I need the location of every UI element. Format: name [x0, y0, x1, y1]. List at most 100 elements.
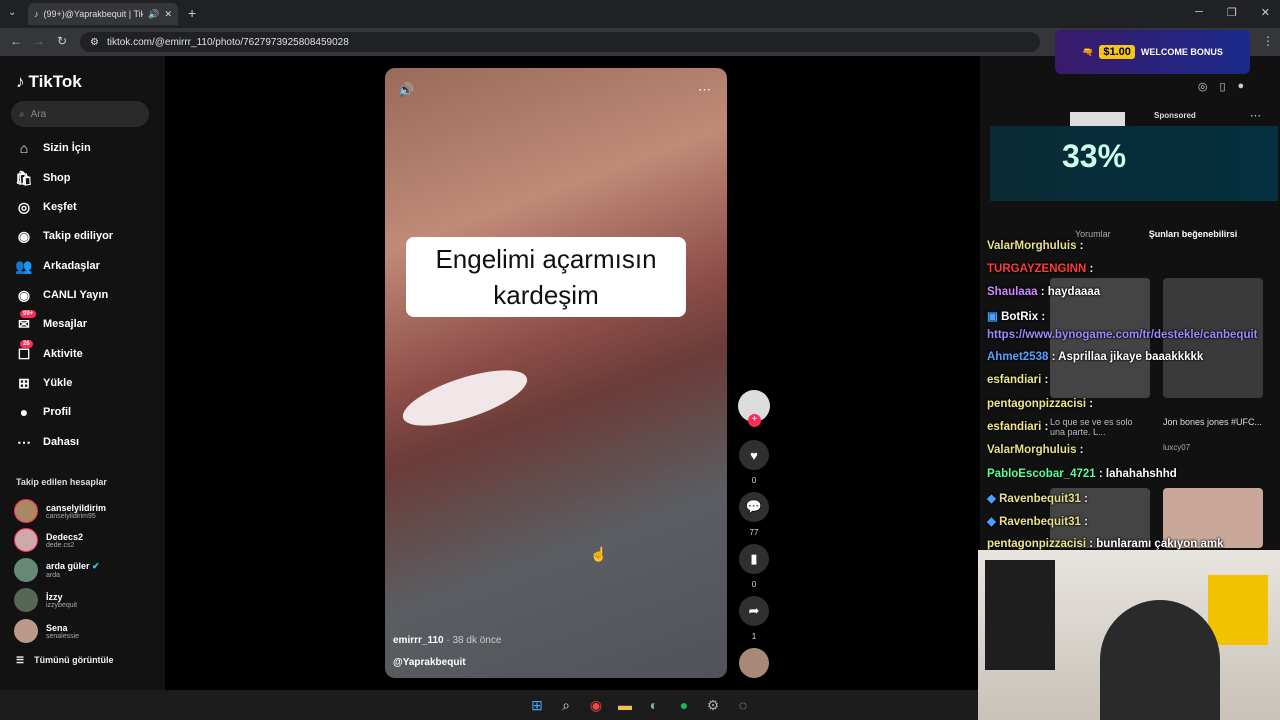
nav-item-more[interactable]: ⋯ Dahası — [14, 430, 79, 454]
tiktok-favicon-icon: ♪ — [34, 9, 39, 19]
maximize-icon[interactable]: ❐ — [1227, 6, 1237, 19]
nav-item-activity[interactable]: ☐ 26 Aktivite — [14, 339, 83, 366]
minimize-icon[interactable]: ─ — [1195, 6, 1203, 19]
nav-item-friends[interactable]: 👥 Arkadaşlar — [14, 254, 100, 278]
save-count: 0 — [751, 580, 757, 589]
sponsored-label: Sponsored — [1154, 111, 1196, 120]
chat-message: Shaulaaa : haydaaaa — [987, 286, 1101, 298]
tab-list-icon[interactable]: ⌄ — [8, 7, 16, 18]
search-input[interactable]: ⌕ Ara — [11, 101, 149, 127]
chat-message: pentagonpizzacisi : — [987, 398, 1094, 410]
tiktok-logo-icon: ♪ — [16, 72, 25, 91]
tab-title: (99+)@Yaprakbequit | TikTo — [43, 9, 144, 19]
tiktok-logo[interactable]: ♪ TikTok — [16, 72, 82, 92]
save-button[interactable]: ▮ — [739, 544, 769, 574]
app-icon[interactable]: ◌ — [734, 696, 752, 714]
list-icon: ☰ — [16, 655, 25, 665]
follow-plus-button[interactable]: + — [748, 414, 761, 427]
sponsored-banner[interactable]: 33% — [990, 126, 1278, 201]
video-caption-overlay: Engelimi açarmısın kardeşim — [406, 237, 686, 317]
steam-icon[interactable]: ◐ — [645, 696, 663, 714]
video-author[interactable]: emirrr_110 · 38 dk önce — [393, 635, 501, 646]
reload-icon[interactable]: ↻ — [57, 34, 67, 48]
home-icon: ⌂ — [19, 140, 29, 156]
close-window-icon[interactable]: ✕ — [1261, 6, 1270, 19]
chat-link[interactable]: https://www.bynogame.com/tr/destekle/can… — [987, 329, 1258, 341]
browser-tab[interactable]: ♪ (99+)@Yaprakbequit | TikTo 🔊 ✕ — [28, 3, 178, 25]
following-account[interactable]: İzzy izzybequit — [14, 586, 77, 614]
video-player[interactable] — [385, 68, 727, 678]
live-icon: ◉ — [17, 286, 31, 303]
messages-badge: 99+ — [20, 309, 37, 318]
comment-count: 77 — [749, 528, 759, 537]
bookmark-icon: ▮ — [750, 551, 758, 566]
sponsored-more-icon[interactable]: ⋯ — [1250, 109, 1261, 122]
avatar — [14, 558, 38, 582]
chrome-icon[interactable]: ◉ — [587, 696, 605, 714]
shop-icon: 🛍 — [15, 169, 33, 186]
phone-icon[interactable]: ▯ — [1219, 80, 1225, 100]
chat-message: ValarMorghuluis : — [987, 444, 1084, 456]
activity-badge: 26 — [20, 339, 33, 348]
tab-suggestions[interactable]: Şunları beğenebilirsi — [1149, 229, 1238, 239]
see-all-link[interactable]: ☰ Tümünü görüntüle — [16, 655, 114, 666]
share-icon: ➦ — [748, 603, 760, 618]
tab-comments[interactable]: Yorumlar — [1075, 229, 1111, 239]
back-icon[interactable]: ← — [10, 34, 22, 48]
compass-icon: ◎ — [17, 198, 31, 215]
address-bar[interactable]: ⚙ tiktok.com/@emirrr_110/photo/762797392… — [80, 32, 1040, 52]
windows-taskbar — [0, 690, 978, 720]
avatar — [14, 528, 38, 552]
folder-icon[interactable]: ▬ — [616, 696, 634, 714]
volume-icon[interactable]: 🔊 — [398, 82, 414, 98]
start-icon[interactable]: ⊞ — [528, 696, 546, 714]
chat-message: TURGAYZENGINN : — [987, 263, 1094, 275]
nav-item-live[interactable]: ◉ CANLI Yayın — [14, 283, 108, 307]
speaker-icon[interactable]: 🔊 — [148, 9, 159, 20]
suggested-video-title: Jon bones jones #UFC... — [1163, 417, 1263, 427]
nav-item-messages[interactable]: ✉ 99+ Mesajlar — [14, 309, 87, 336]
search-icon: ⌕ — [19, 108, 25, 120]
chat-message: PabloEscobar_4721 : lahahahshhd — [987, 468, 1177, 480]
nav-item-following[interactable]: ◉ Takip ediliyor — [14, 224, 113, 248]
following-account[interactable]: Dedecs2 dede.cs2 — [14, 526, 83, 554]
search-icon[interactable]: ⌕ — [557, 696, 575, 714]
new-tab-button[interactable]: + — [188, 5, 196, 21]
chat-message: ◆ Ravenbequit31 : — [987, 516, 1088, 528]
browser-menu-icon[interactable]: ⋮ — [1262, 34, 1274, 48]
comment-icon: 💬 — [745, 499, 763, 514]
more-icon: ⋯ — [17, 433, 31, 450]
following-account[interactable]: canselyildirim canselyildirim95 — [14, 497, 106, 525]
settings-icon[interactable]: ⚙ — [704, 696, 722, 714]
suggested-video-title: Lo que se ve es solo una parte. L... — [1050, 417, 1133, 437]
spotify-icon[interactable]: ● — [675, 696, 693, 714]
compass-icon[interactable]: ◎ — [1198, 80, 1208, 100]
music-disc-avatar[interactable] — [739, 648, 769, 678]
following-account[interactable]: Sena senalessie — [14, 617, 79, 645]
webcam-poster — [985, 560, 1055, 670]
nav-item-for-you[interactable]: ⌂ Sizin İçin — [14, 136, 91, 160]
like-button[interactable]: ♥ — [739, 440, 769, 470]
nav-item-shop[interactable]: 🛍 Shop — [14, 166, 70, 190]
chat-message: ▣ BotRix : — [987, 311, 1046, 323]
site-info-icon[interactable]: ⚙ — [90, 37, 99, 48]
profile-avatar-icon[interactable]: ● — [1238, 80, 1245, 100]
forward-icon[interactable]: → — [33, 34, 45, 48]
comment-button[interactable]: 💬 — [739, 492, 769, 522]
share-button[interactable]: ➦ — [739, 596, 769, 626]
nav-item-upload[interactable]: ⊞ Yükle — [14, 371, 72, 395]
heart-icon: ♥ — [750, 447, 758, 463]
more-options-icon[interactable]: ⋯ — [698, 82, 711, 98]
following-heading: Takip edilen hesaplar — [16, 477, 107, 487]
right-tabs: Yorumlar Şunları beğenebilirsi — [1075, 229, 1237, 239]
chat-message: esfandiari : — [987, 374, 1049, 386]
gun-icon: 🔫 — [1082, 46, 1094, 57]
nav-item-explore[interactable]: ◎ Keşfet — [14, 195, 77, 219]
search-placeholder: Ara — [30, 108, 47, 120]
video-mention[interactable]: @Yaprakbequit — [393, 657, 466, 668]
following-account[interactable]: arda güler ✔ arda — [14, 556, 100, 584]
url-text: tiktok.com/@emirrr_110/photo/76279739258… — [106, 36, 349, 48]
following-icon: ◉ — [17, 227, 31, 244]
nav-item-profile[interactable]: ● Profil — [14, 400, 71, 424]
close-tab-icon[interactable]: ✕ — [164, 9, 172, 20]
